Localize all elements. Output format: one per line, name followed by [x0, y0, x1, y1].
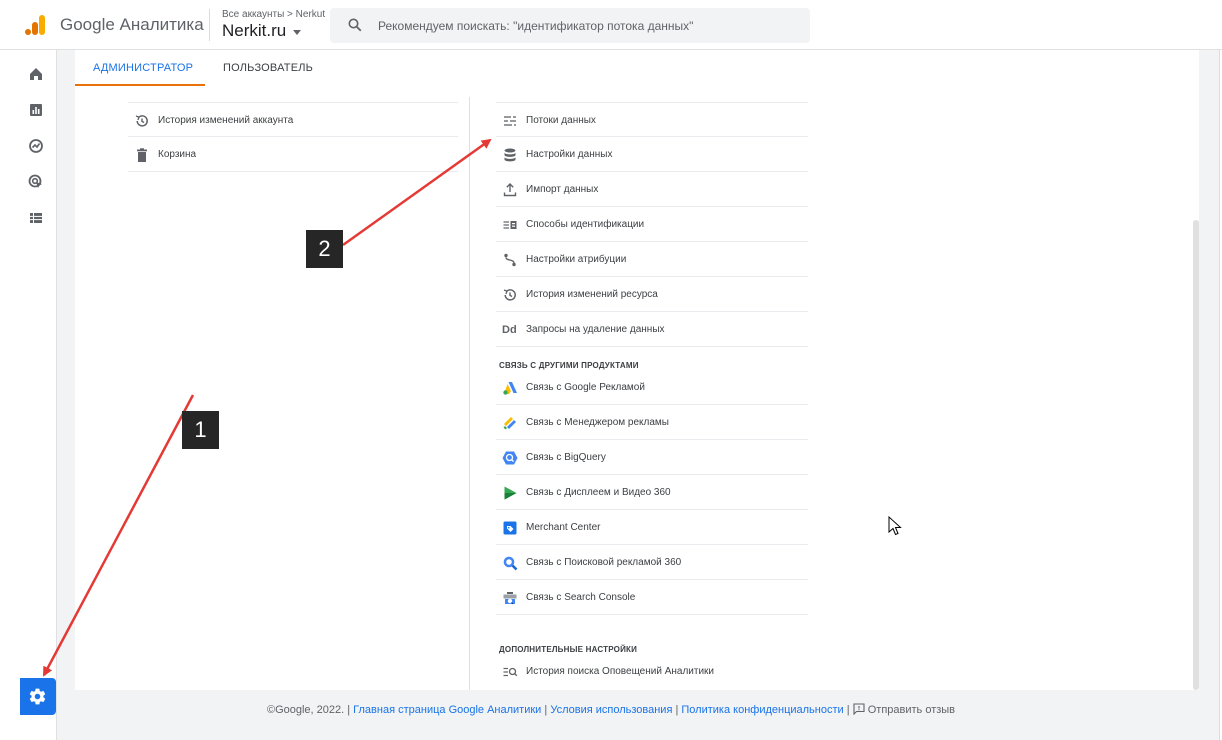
advertising-icon[interactable] [27, 173, 45, 191]
item-label: Связь с Search Console [526, 592, 636, 603]
analytics-alerts-search-history-item[interactable]: История поиска Оповещений Аналитики [496, 654, 808, 689]
item-label: Настройки атрибуции [526, 254, 627, 265]
search-input[interactable]: Рекомендуем поискать: "идентификатор пот… [330, 8, 810, 43]
account-selector[interactable]: Nerkit.ru [222, 21, 286, 41]
analytics-home-link[interactable]: Главная страница Google Аналитики [353, 704, 541, 716]
copyright: ©Google, 2022. | [266, 704, 351, 716]
upload-icon [503, 183, 517, 197]
item-label: Импорт данных [526, 184, 599, 195]
privacy-link[interactable]: Политика конфиденциальности [681, 704, 843, 716]
data-import-item[interactable]: Импорт данных [496, 172, 808, 207]
chevron-down-icon[interactable] [293, 30, 301, 35]
data-streams-icon [504, 116, 516, 126]
trash-icon [137, 148, 147, 162]
search-console-link-item[interactable]: Связь с Search Console [496, 580, 808, 615]
property-change-history-item[interactable]: История изменений ресурса [496, 277, 808, 312]
item-label: История изменений аккаунта [158, 115, 294, 126]
footer: ©Google, 2022. | Главная страница Google… [0, 703, 1222, 716]
trash-item[interactable]: Корзина [128, 137, 458, 172]
item-label: Связь с Дисплеем и Видео 360 [526, 487, 671, 498]
top-bar: Google Аналитика Все аккаунты > Nerkut N… [0, 0, 1222, 50]
display-video-360-icon [504, 486, 517, 500]
data-settings-item[interactable]: Настройки данных [496, 137, 808, 172]
account-change-history-item[interactable]: История изменений аккаунта [128, 102, 458, 137]
attribution-icon [504, 253, 516, 267]
scrollbar[interactable] [1193, 220, 1199, 690]
annotation-badge-2: 2 [306, 230, 343, 268]
analytics-logo-icon[interactable] [25, 14, 47, 36]
bigquery-icon [502, 451, 518, 465]
additional-settings-heading: ДОПОЛНИТЕЛЬНЫЕ НАСТРОЙКИ [499, 645, 638, 654]
search-history-icon [503, 667, 518, 677]
data-streams-item[interactable]: Потоки данных [496, 102, 808, 137]
google-ads-icon [503, 382, 517, 395]
item-label: Корзина [158, 149, 197, 160]
item-label: Связь с Поисковой рекламой 360 [526, 557, 682, 568]
explore-icon[interactable] [27, 137, 45, 155]
item-label: Связь с BigQuery [526, 452, 606, 463]
account-breadcrumb[interactable]: Все аккаунты > Nerkut [222, 9, 325, 20]
column-divider [469, 97, 470, 690]
reporting-identity-icon [503, 221, 517, 229]
item-label: История изменений ресурса [526, 289, 658, 300]
item-label: Связь с Google Рекламой [526, 382, 645, 393]
merchant-center-icon [503, 521, 517, 535]
item-label: Потоки данных [526, 115, 596, 126]
configure-icon[interactable] [27, 209, 45, 227]
footer-separator: | [675, 704, 679, 716]
header-divider [209, 9, 210, 41]
ad-manager-link-item[interactable]: Связь с Менеджером рекламы [496, 405, 808, 440]
dd-icon: Dd [502, 324, 517, 336]
admin-tabs: АДМИНИСТРАТОР ПОЛЬЗОВАТЕЛЬ [75, 50, 1199, 86]
history-icon [503, 289, 516, 301]
tab-user[interactable]: ПОЛЬЗОВАТЕЛЬ [223, 62, 313, 74]
item-label: Связь с Менеджером рекламы [526, 417, 669, 428]
item-label: История поиска Оповещений Аналитики [526, 666, 715, 677]
mouse-cursor-icon [888, 516, 902, 536]
home-icon[interactable] [27, 65, 45, 83]
footer-separator: | [846, 704, 850, 716]
bigquery-link-item[interactable]: Связь с BigQuery [496, 440, 808, 475]
history-icon [135, 115, 148, 127]
active-tab-indicator [75, 84, 205, 86]
search-console-icon [503, 592, 517, 605]
reports-icon[interactable] [27, 101, 45, 119]
ad-manager-icon [503, 417, 516, 430]
footer-separator: | [544, 704, 548, 716]
data-deletion-requests-item[interactable]: Dd Запросы на удаление данных [496, 312, 808, 347]
item-label: Merchant Center [526, 522, 601, 533]
search-ads-360-link-item[interactable]: Связь с Поисковой рекламой 360 [496, 545, 808, 580]
merchant-center-link-item[interactable]: Merchant Center [496, 510, 808, 545]
database-icon [504, 148, 516, 162]
reporting-identity-item[interactable]: Способы идентификации [496, 207, 808, 242]
terms-link[interactable]: Условия использования [550, 704, 672, 716]
product-links-heading: СВЯЗЬ С ДРУГИМИ ПРОДУКТАМИ [499, 361, 639, 370]
item-label: Способы идентификации [526, 219, 645, 230]
annotation-badge-1: 1 [182, 411, 219, 449]
left-navigation [0, 50, 57, 740]
send-feedback-link[interactable]: Отправить отзыв [868, 704, 955, 716]
search-icon [348, 18, 362, 32]
google-ads-link-item[interactable]: Связь с Google Рекламой [496, 370, 808, 405]
product-name: Google Аналитика [60, 15, 204, 34]
feedback-icon[interactable] [853, 703, 865, 715]
display-video-360-link-item[interactable]: Связь с Дисплеем и Видео 360 [496, 475, 808, 510]
right-border [1219, 50, 1220, 740]
item-label: Настройки данных [526, 149, 613, 160]
search-ads-360-icon [503, 556, 518, 571]
tab-admin[interactable]: АДМИНИСТРАТОР [93, 62, 193, 74]
item-label: Запросы на удаление данных [526, 324, 665, 335]
search-placeholder: Рекомендуем поискать: "идентификатор пот… [378, 19, 694, 33]
attribution-settings-item[interactable]: Настройки атрибуции [496, 242, 808, 277]
